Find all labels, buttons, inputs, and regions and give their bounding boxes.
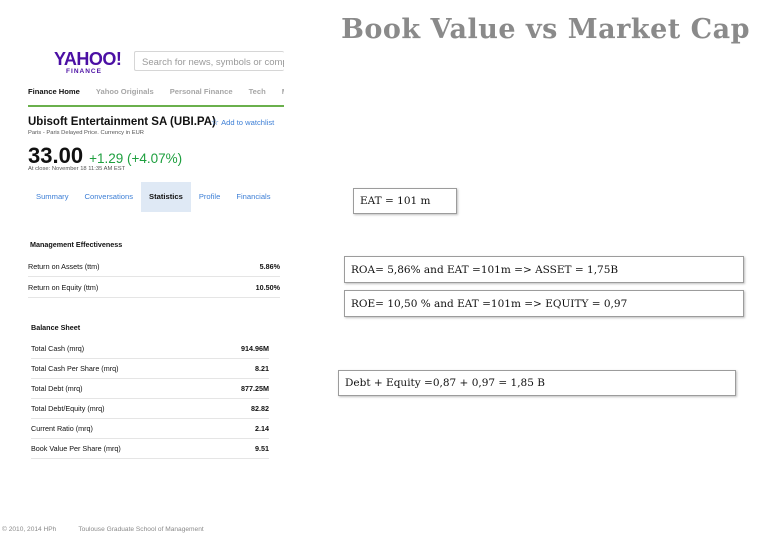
row-label: Total Cash Per Share (mrq) bbox=[31, 363, 119, 373]
nav-personal-finance[interactable]: Personal Finance bbox=[170, 87, 233, 105]
close-time: At close: November 18 11:35 AM EST bbox=[28, 166, 126, 172]
row-value: 877.25M bbox=[241, 383, 269, 393]
balance-sheet-heading: Balance Sheet bbox=[31, 323, 81, 332]
table-row: Total Debt (mrq) 877.25M bbox=[31, 378, 269, 399]
table-row: Book Value Per Share (mrq) 9.51 bbox=[31, 438, 269, 459]
table-row: Total Debt/Equity (mrq) 82.82 bbox=[31, 398, 269, 419]
row-label: Return on Assets (ttm) bbox=[28, 261, 100, 271]
yahoo-finance-logo[interactable]: YAHOO! FINANCE bbox=[54, 49, 122, 76]
row-label: Book Value Per Share (mrq) bbox=[31, 443, 121, 453]
row-value: 914.96M bbox=[241, 343, 269, 353]
row-value: 8.21 bbox=[255, 363, 269, 373]
table-row: Total Cash Per Share (mrq) 8.21 bbox=[31, 358, 269, 379]
search-box[interactable] bbox=[134, 51, 284, 72]
company-name: Ubisoft Entertainment SA (UBI.PA) bbox=[28, 116, 216, 128]
row-value: 10.50% bbox=[255, 282, 280, 292]
search-input[interactable] bbox=[135, 53, 284, 72]
tab-statistics[interactable]: Statistics bbox=[141, 182, 191, 212]
logo-main-text: YAHOO! bbox=[54, 49, 122, 69]
roe-note: ROE= 10,50 % and EAT =101m => EQUITY = 0… bbox=[344, 290, 744, 317]
logo-sub-text: FINANCE bbox=[66, 68, 102, 75]
management-effectiveness-heading: Management Effectiveness bbox=[30, 240, 123, 249]
row-label: Total Debt/Equity (mrq) bbox=[31, 403, 105, 413]
slide-footer: © 2010, 2014 HPh Toulouse Graduate School… bbox=[2, 526, 226, 533]
nav-tech[interactable]: Tech bbox=[249, 87, 266, 105]
row-label: Current Ratio (mrq) bbox=[31, 423, 93, 433]
table-row: Return on Assets (ttm) 5.86% bbox=[28, 256, 280, 277]
price-change: +1.29 (+4.07%) bbox=[89, 151, 183, 166]
roa-note: ROA= 5,86% and EAT =101m => ASSET = 1,75… bbox=[344, 256, 744, 283]
row-label: Return on Equity (ttm) bbox=[28, 282, 99, 292]
footer-copyright: © 2010, 2014 HPh bbox=[2, 526, 57, 533]
footer-school: Toulouse Graduate School of Management bbox=[78, 526, 204, 533]
row-value: 82.82 bbox=[251, 403, 269, 413]
row-label: Total Debt (mrq) bbox=[31, 383, 83, 393]
tab-summary[interactable]: Summary bbox=[28, 182, 77, 212]
star-icon: ☆ bbox=[211, 117, 220, 127]
tab-financials[interactable]: Financials bbox=[228, 182, 278, 212]
slide-title: Book Value vs Market Cap bbox=[341, 14, 750, 45]
nav-finance-home[interactable]: Finance Home bbox=[28, 87, 80, 105]
exchange-info: Paris - Paris Delayed Price. Currency in… bbox=[28, 130, 144, 136]
table-row: Return on Equity (ttm) 10.50% bbox=[28, 277, 280, 298]
table-row: Current Ratio (mrq) 2.14 bbox=[31, 418, 269, 439]
eat-note: EAT = 101 m bbox=[353, 188, 457, 214]
table-row: Total Cash (mrq) 914.96M bbox=[31, 338, 269, 359]
tab-conversations[interactable]: Conversations bbox=[77, 182, 142, 212]
finance-nav: Finance Home Yahoo Originals Personal Fi… bbox=[28, 87, 284, 107]
watchlist-label: Add to watchlist bbox=[221, 118, 275, 127]
row-value: 9.51 bbox=[255, 443, 269, 453]
row-label: Total Cash (mrq) bbox=[31, 343, 85, 353]
quote-tabs: Summary Conversations Statistics Profile… bbox=[28, 182, 284, 212]
add-to-watchlist-link[interactable]: ☆ Add to watchlist bbox=[211, 117, 274, 128]
nav-more[interactable]: M bbox=[282, 87, 284, 105]
debt-equity-note: Debt + Equity =0,87 + 0,97 = 1,85 B bbox=[338, 370, 736, 396]
row-value: 2.14 bbox=[255, 423, 269, 433]
nav-yahoo-originals[interactable]: Yahoo Originals bbox=[96, 87, 154, 105]
row-value: 5.86% bbox=[259, 261, 280, 271]
tab-profile[interactable]: Profile bbox=[191, 182, 229, 212]
